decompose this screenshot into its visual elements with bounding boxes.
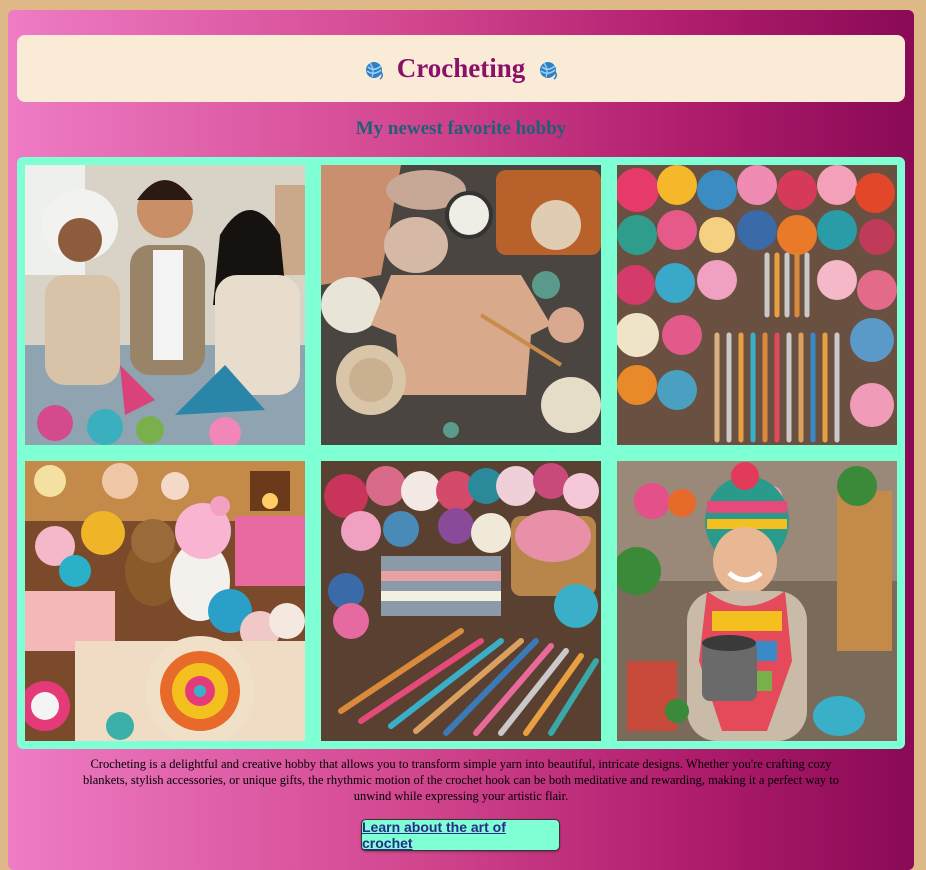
- header-banner: Crocheting: [17, 35, 905, 102]
- woman-crochet-hat-scarf-photo: [617, 461, 897, 741]
- yarn-and-hooks-photo: [617, 165, 897, 445]
- yarn-ball-icon: [540, 61, 558, 80]
- family-knitting-photo: [25, 165, 305, 445]
- page-container: Crocheting My newest favorite hobby Croc…: [8, 10, 914, 870]
- image-gallery: [17, 157, 905, 749]
- yarn-basket-hooks-photo: [321, 461, 601, 741]
- description-text: Crocheting is a delightful and creative …: [82, 757, 840, 803]
- crochet-toys-photo: [25, 461, 305, 741]
- learn-more-button[interactable]: Learn about the art of crochet: [361, 819, 560, 851]
- page-title: Crocheting: [396, 53, 526, 83]
- page-subtitle: My newest favorite hobby: [355, 118, 567, 139]
- title-wrap: Crocheting: [363, 53, 560, 84]
- yarn-ball-icon: [365, 61, 383, 80]
- crochet-sweater-flatlay-photo: [321, 165, 601, 445]
